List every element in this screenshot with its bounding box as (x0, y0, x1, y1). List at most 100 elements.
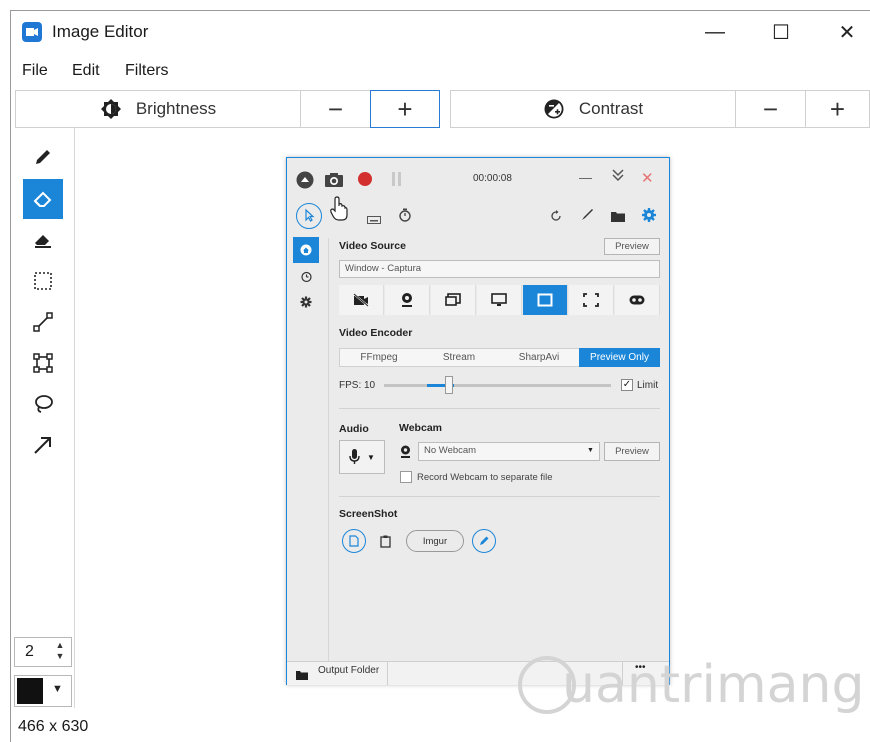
webcam-select: No Webcam (418, 442, 600, 461)
lasso-tool[interactable] (23, 384, 63, 424)
hand-cursor-icon (329, 196, 349, 227)
audio-title: Audio (339, 423, 369, 435)
window-title: Image Editor (52, 22, 149, 41)
brightness-icon (100, 99, 121, 119)
home-icon (293, 237, 319, 263)
pencil-tool[interactable] (23, 137, 63, 177)
region-select-icon (296, 203, 322, 229)
contrast-label: Contrast (578, 99, 644, 118)
fps-slider-thumb (445, 376, 453, 394)
chevron-down-icon: ▼ (367, 452, 375, 462)
encoder-sharpavi: SharpAvi (518, 352, 560, 363)
timer-icon (398, 208, 412, 227)
multi-window-icon (431, 285, 476, 315)
webcam-source-icon (385, 285, 430, 315)
save-to-disk-icon (342, 529, 366, 553)
encoder-stream: Stream (442, 352, 476, 363)
settings-gear-icon (642, 208, 656, 227)
window-source-icon (523, 285, 568, 315)
record-timer: 00:00:08 (473, 173, 512, 184)
menu-filters[interactable]: Filters (125, 62, 169, 80)
encoder-ffmpeg: FFmpeg (360, 352, 398, 363)
video-encoder-title: Video Encoder (339, 327, 413, 339)
encoder-preview-only: Preview Only (579, 348, 660, 367)
cap-minimize-icon: — (579, 170, 592, 185)
line-icon (33, 312, 53, 332)
record-webcam-label: Record Webcam to separate file (417, 472, 553, 483)
preview-button: Preview (604, 238, 660, 255)
chevron-down-icon: ▼ (587, 447, 594, 454)
maximize-button[interactable]: ☐ (758, 14, 804, 50)
settings-icon (293, 289, 319, 315)
video-source-title: Video Source (339, 240, 406, 252)
microphone-icon (349, 449, 360, 464)
close-button[interactable]: ✕ (824, 14, 870, 50)
output-folder-icon (296, 667, 308, 685)
minimize-button[interactable]: — (692, 14, 738, 50)
edit-pencil-icon (472, 529, 496, 553)
menu-file[interactable]: File (22, 62, 48, 80)
arrow-tool[interactable] (23, 425, 63, 465)
chevron-down-icon[interactable]: ▼ (50, 651, 70, 662)
clipboard-icon (380, 535, 391, 553)
refresh-icon (550, 209, 562, 227)
fullscreen-icon (569, 285, 614, 315)
screenshot-title: ScreenShot (339, 508, 398, 520)
keyboard-icon (367, 211, 381, 229)
select-tool[interactable] (23, 261, 63, 301)
limit-checkbox: ✓ (621, 379, 633, 391)
webcam-icon (400, 445, 411, 463)
color-swatch[interactable] (17, 678, 43, 704)
collapse-icon (296, 171, 314, 194)
contrast-increase-button[interactable]: + (805, 90, 870, 128)
crop-tool[interactable] (23, 343, 63, 383)
camera-icon (324, 171, 344, 194)
brightness-label-cell: Brightness (15, 90, 301, 128)
imgur-button: Imgur (406, 530, 464, 552)
fill-eraser-icon (35, 235, 51, 248)
arrow-icon (34, 437, 51, 454)
fill-eraser-tool[interactable] (23, 220, 63, 260)
image-dimensions: 466 x 630 (18, 718, 89, 735)
gamepad-icon (615, 285, 660, 315)
watermark-text: uantrimang (562, 655, 865, 715)
brush-icon (580, 208, 594, 227)
chevron-up-icon[interactable]: ▲ (50, 640, 70, 651)
pencil-icon (36, 150, 50, 164)
fps-slider-track (384, 376, 611, 394)
cap-collapse-icon (611, 167, 625, 186)
limit-label: Limit (637, 380, 659, 391)
brightness-label: Brightness (135, 99, 217, 118)
size-stepper[interactable]: ▲ ▼ (50, 640, 70, 664)
screen-icon (477, 285, 522, 315)
lasso-icon (35, 395, 53, 413)
eraser-icon (33, 191, 52, 207)
menu-edit[interactable]: Edit (72, 62, 100, 80)
video-source-field: Window - Captura (339, 260, 660, 278)
fps-label: FPS: (339, 380, 362, 391)
contrast-label-cell: Contrast (450, 90, 736, 128)
history-icon (293, 264, 319, 290)
fps-value: 10 (364, 380, 376, 391)
crop-icon (33, 353, 53, 373)
chevron-down-icon[interactable]: ▼ (52, 683, 63, 695)
divider (339, 496, 660, 497)
record-webcam-checkbox (400, 471, 412, 483)
record-icon (358, 172, 372, 186)
no-video-source (339, 285, 384, 315)
status-separator (387, 661, 388, 685)
pause-icon (391, 172, 403, 191)
webcam-title: Webcam (399, 422, 442, 434)
divider (339, 408, 660, 409)
folder-icon (611, 209, 625, 227)
output-folder-label: Output Folder (318, 665, 380, 676)
audio-dropdown: ▼ (339, 440, 385, 474)
plus-sign: + (829, 94, 846, 124)
contrast-decrease-button[interactable]: − (735, 90, 806, 128)
line-tool[interactable] (23, 302, 63, 342)
brightness-decrease-button[interactable]: − (300, 90, 371, 128)
brightness-increase-button[interactable]: + (370, 90, 440, 128)
webcam-preview-button: Preview (604, 442, 660, 461)
eraser-tool[interactable] (23, 179, 63, 219)
cap-close-icon: ✕ (641, 170, 654, 187)
